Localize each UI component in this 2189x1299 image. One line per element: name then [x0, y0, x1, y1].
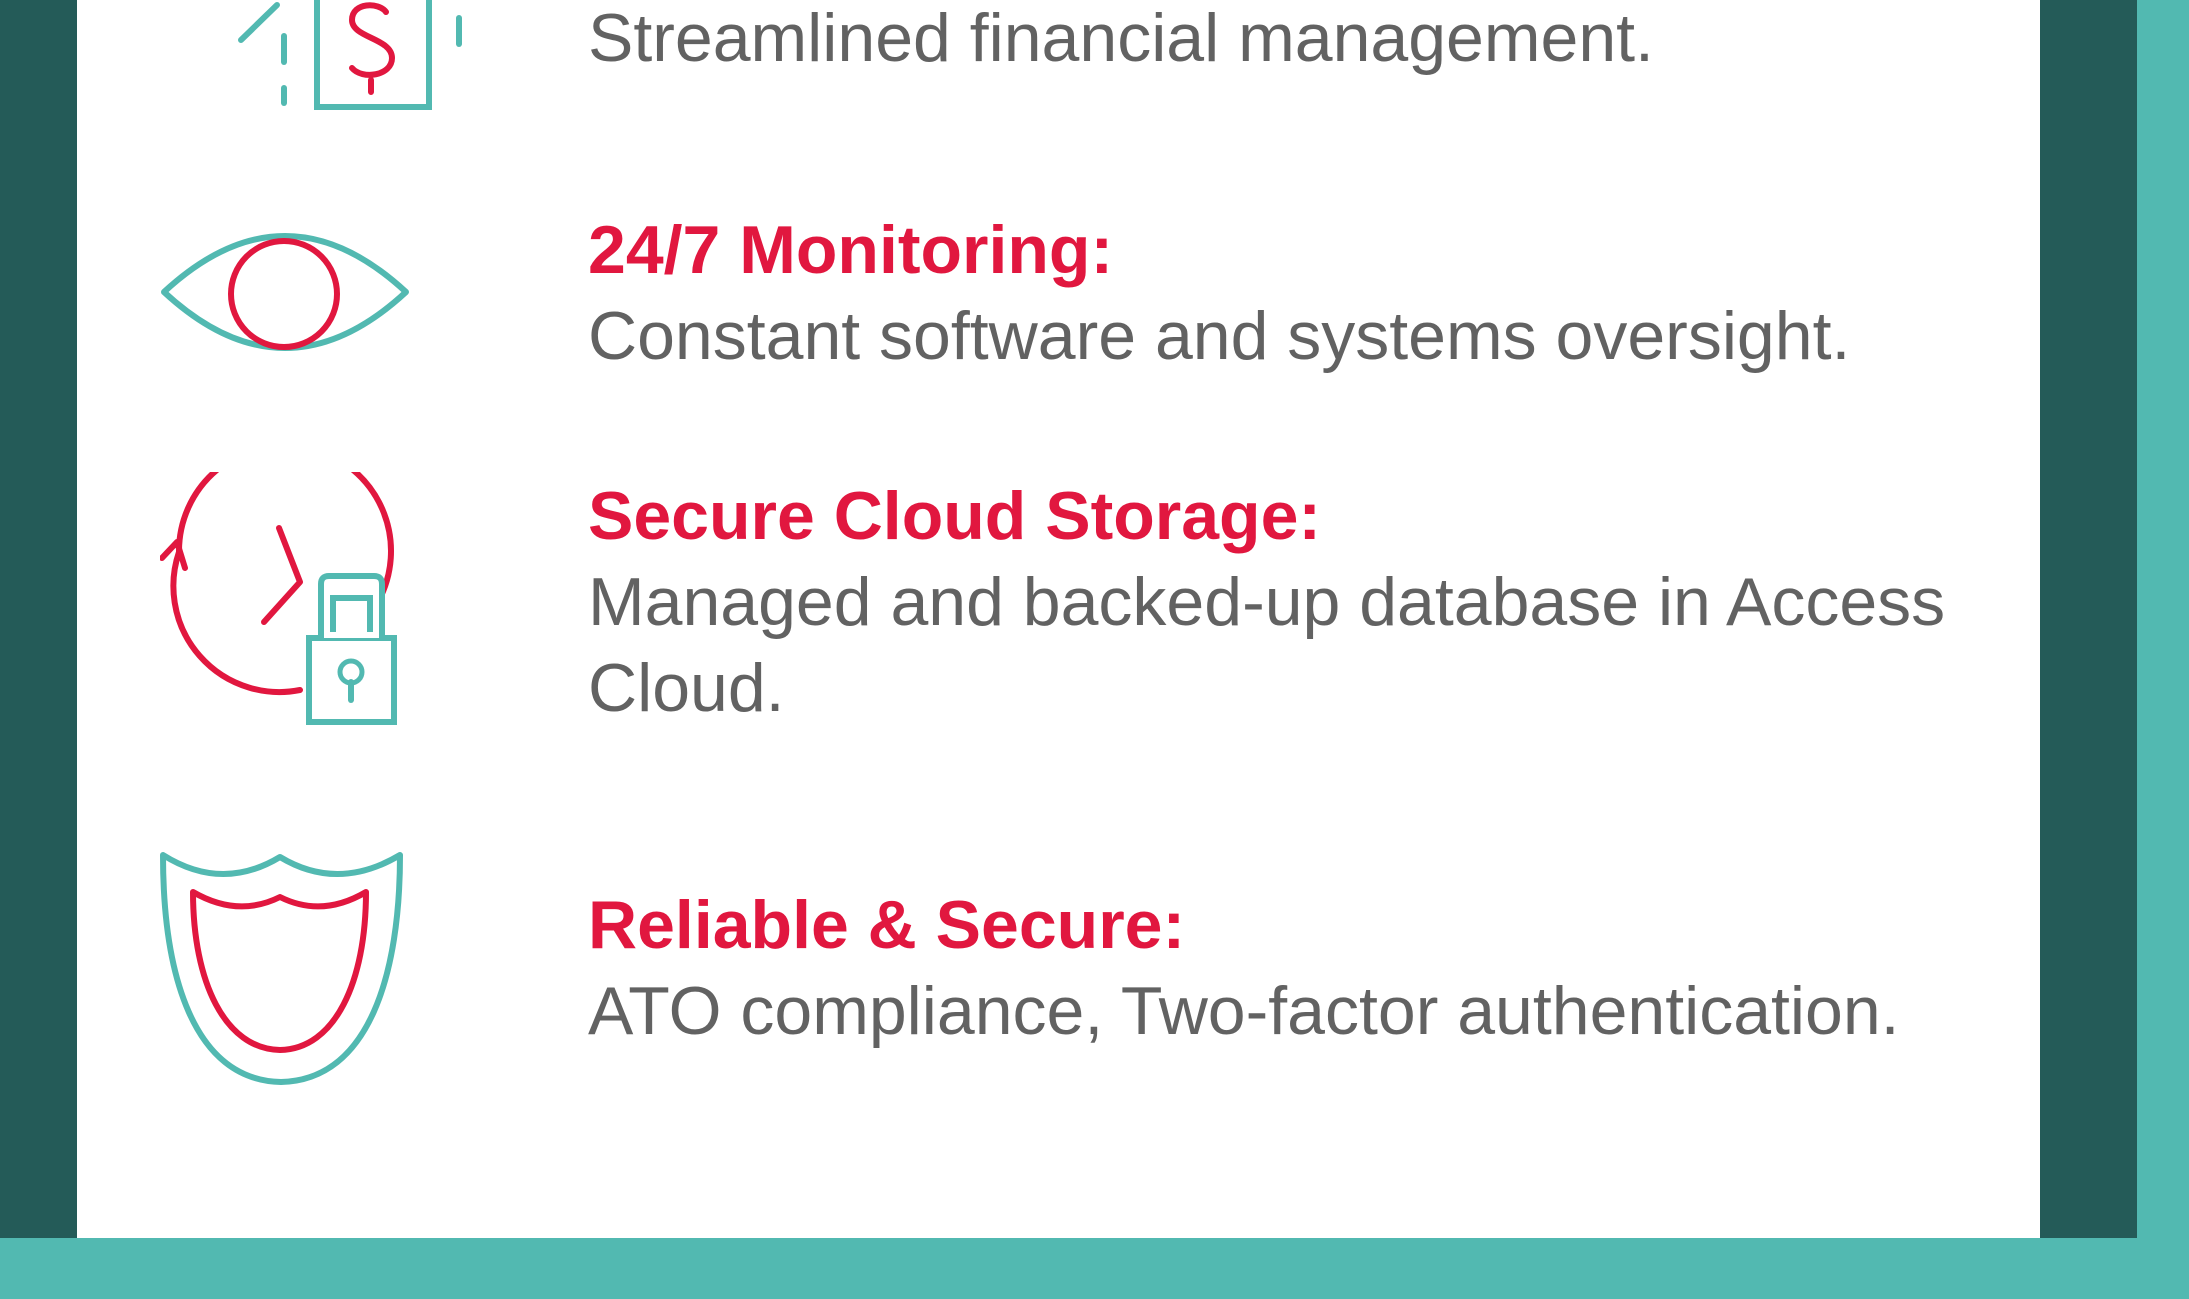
feature-monitoring-title: 24/7 Monitoring: — [588, 212, 1114, 288]
feature-cloud-storage: Secure Cloud Storage: Managed and backed… — [588, 473, 1988, 731]
eye-icon — [161, 233, 409, 351]
feature-cloud-storage-description: Managed and backed-up database in Access… — [588, 564, 1946, 726]
feature-monitoring-description: Constant software and systems oversight. — [588, 298, 1851, 374]
shield-icon — [160, 852, 403, 1085]
feature-cloud-storage-title: Secure Cloud Storage: — [588, 478, 1322, 554]
features-panel: Streamlined financial management. 24/7 M… — [77, 0, 2040, 1238]
money-house-icon — [238, 0, 462, 110]
feature-financial: Streamlined financial management. — [588, 0, 1988, 81]
feature-reliable-secure: Reliable & Secure: ATO compliance, Two-f… — [588, 882, 1988, 1054]
feature-reliable-secure-description: ATO compliance, Two-factor authenticatio… — [588, 973, 1900, 1049]
feature-reliable-secure-title: Reliable & Secure: — [588, 887, 1186, 963]
feature-financial-description: Streamlined financial management. — [588, 0, 1654, 76]
clock-lock-icon — [160, 472, 397, 725]
feature-monitoring: 24/7 Monitoring: Constant software and s… — [588, 207, 1988, 379]
